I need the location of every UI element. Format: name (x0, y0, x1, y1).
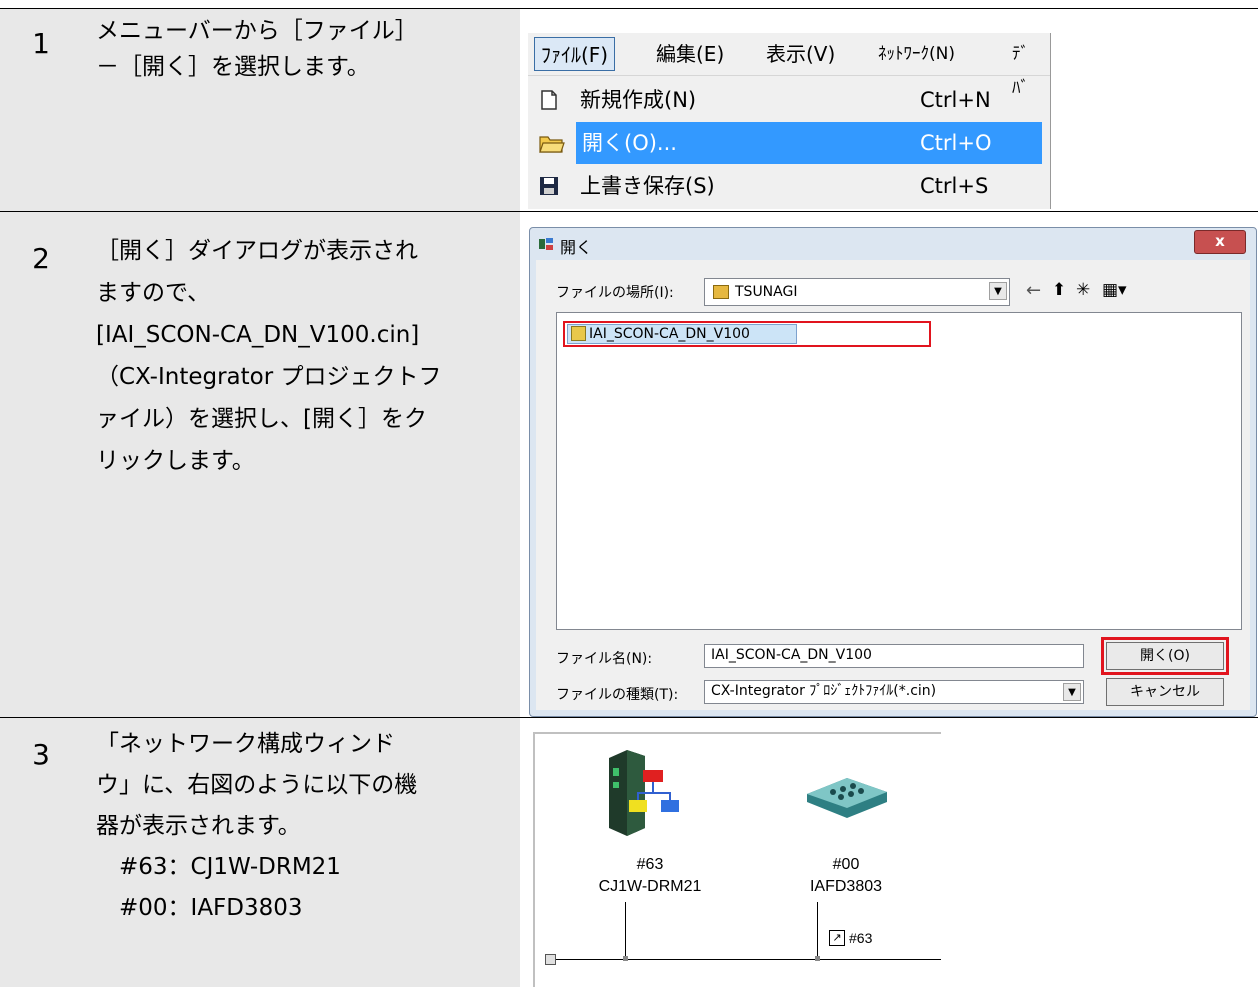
location-value: TSUNAGI (735, 284, 798, 300)
menu-item-new[interactable]: 新規作成(N) Ctrl+N (528, 79, 1042, 121)
step-number: 2 (0, 212, 82, 717)
filename-input[interactable]: IAI_SCON-CA_DN_V100 (704, 644, 1084, 668)
master-unit-icon[interactable] (603, 748, 679, 836)
device-model: CJ1W-DRM21 (598, 878, 702, 895)
menu-debug[interactable]: ﾃﾞﾊﾞ (1006, 37, 1050, 98)
file-menu-screenshot: ﾌｧｲﾙ(F) 編集(E) 表示(V) ﾈｯﾄﾜｰｸ(N) ﾃﾞﾊﾞ 新規作成(… (528, 33, 1051, 209)
location-label: ファイルの場所(I): (556, 285, 674, 301)
save-disk-icon (540, 177, 558, 195)
menu-item-open[interactable]: 開く(O)... Ctrl+O (576, 122, 1042, 164)
app-icon (538, 236, 554, 252)
cancel-button[interactable]: キャンセル (1106, 678, 1224, 706)
device-model: IAFD3803 (809, 878, 883, 895)
menu-file[interactable]: ﾌｧｲﾙ(F) (534, 37, 616, 71)
device-slave-label: #00 IAFD3803 (771, 854, 921, 898)
open-folder-icon (539, 136, 565, 153)
menu-item-save[interactable]: 上書き保存(S) Ctrl+S (528, 165, 1042, 207)
new-file-icon (541, 90, 557, 110)
menu-bar: ﾌｧｲﾙ(F) 編集(E) 表示(V) ﾈｯﾄﾜｰｸ(N) ﾃﾞﾊﾞ (528, 33, 1050, 98)
file-item[interactable]: IAI_SCON-CA_DN_V100 (563, 321, 931, 347)
open-button[interactable]: 開く(O) (1101, 637, 1229, 675)
file-name: IAI_SCON-CA_DN_V100 (589, 326, 750, 342)
step-number: 3 (0, 718, 82, 987)
step-text: ［開く］ダイアログが表示され ますので、 [IAI_SCON-CA_DN_V10… (82, 212, 520, 717)
menu-edit[interactable]: 編集(E) (650, 37, 730, 71)
back-icon[interactable]: ← (1026, 280, 1041, 301)
filetype-label: ファイルの種類(T): (556, 687, 679, 703)
menu-item-shortcut: Ctrl+N (920, 88, 991, 112)
shortcut-link-icon[interactable]: ↗ (829, 930, 845, 946)
menu-network[interactable]: ﾈｯﾄﾜｰｸ(N) (872, 37, 961, 71)
view-menu-icon[interactable]: ▦▾ (1102, 280, 1127, 300)
network-config-window: #63 CJ1W-DRM21 #00 IAFD3803 ↗ #63 (533, 732, 941, 987)
device-master-label: #63 CJ1W-DRM21 (575, 854, 725, 898)
filetype-value: CX-Integrator ﾌﾟﾛｼﾞｪｸﾄﾌｧｲﾙ(*.cin) (711, 683, 937, 699)
drop-line (817, 902, 818, 960)
node-connector (815, 956, 820, 961)
menu-item-label: 開く(O)... (582, 131, 677, 155)
new-folder-icon[interactable]: ✳ (1076, 280, 1090, 300)
step-number: 1 (0, 9, 82, 211)
device-address: #00 (832, 856, 860, 873)
menu-item-label: 新規作成(N) (580, 88, 697, 112)
slave-device-icon[interactable] (803, 772, 889, 822)
location-combo[interactable]: TSUNAGI ▼ (704, 278, 1010, 306)
link-label: #63 (849, 930, 873, 946)
step-text: 「ネットワーク構成ウィンド ウ」に、右図のように以下の機 器が表示されます。 #… (82, 718, 520, 987)
menu-item-shortcut: Ctrl+S (920, 174, 989, 198)
network-trunk-line (551, 959, 941, 960)
terminator-icon (545, 954, 556, 965)
step-text: メニューバーから［ファイル］ －［開く］を選択します。 (82, 9, 520, 211)
open-dialog: 開く x ファイルの場所(I): TSUNAGI ▼ ← ⬆ ✳ ▦▾ IAI_… (529, 227, 1257, 717)
filetype-select[interactable]: CX-Integrator ﾌﾟﾛｼﾞｪｸﾄﾌｧｲﾙ(*.cin) ▼ (704, 680, 1084, 704)
up-folder-icon[interactable]: ⬆ (1052, 280, 1066, 300)
dialog-titlebar: 開く x (530, 228, 1256, 260)
device-address: #63 (636, 856, 664, 873)
file-list[interactable]: IAI_SCON-CA_DN_V100 (556, 312, 1242, 630)
dialog-title: 開く (560, 238, 593, 257)
folder-icon (713, 285, 729, 299)
chevron-down-icon: ▼ (1063, 683, 1081, 701)
menu-view[interactable]: 表示(V) (760, 37, 841, 71)
menu-item-shortcut: Ctrl+O (920, 131, 992, 155)
close-button[interactable]: x (1194, 230, 1246, 254)
node-connector (623, 956, 628, 961)
project-file-icon (571, 326, 586, 341)
chevron-down-icon: ▼ (989, 282, 1007, 300)
drop-line (625, 902, 626, 960)
dialog-body: ファイルの場所(I): TSUNAGI ▼ ← ⬆ ✳ ▦▾ IAI_SCON-… (536, 260, 1250, 710)
menu-item-label: 上書き保存(S) (580, 174, 715, 198)
filename-label: ファイル名(N): (556, 651, 653, 667)
